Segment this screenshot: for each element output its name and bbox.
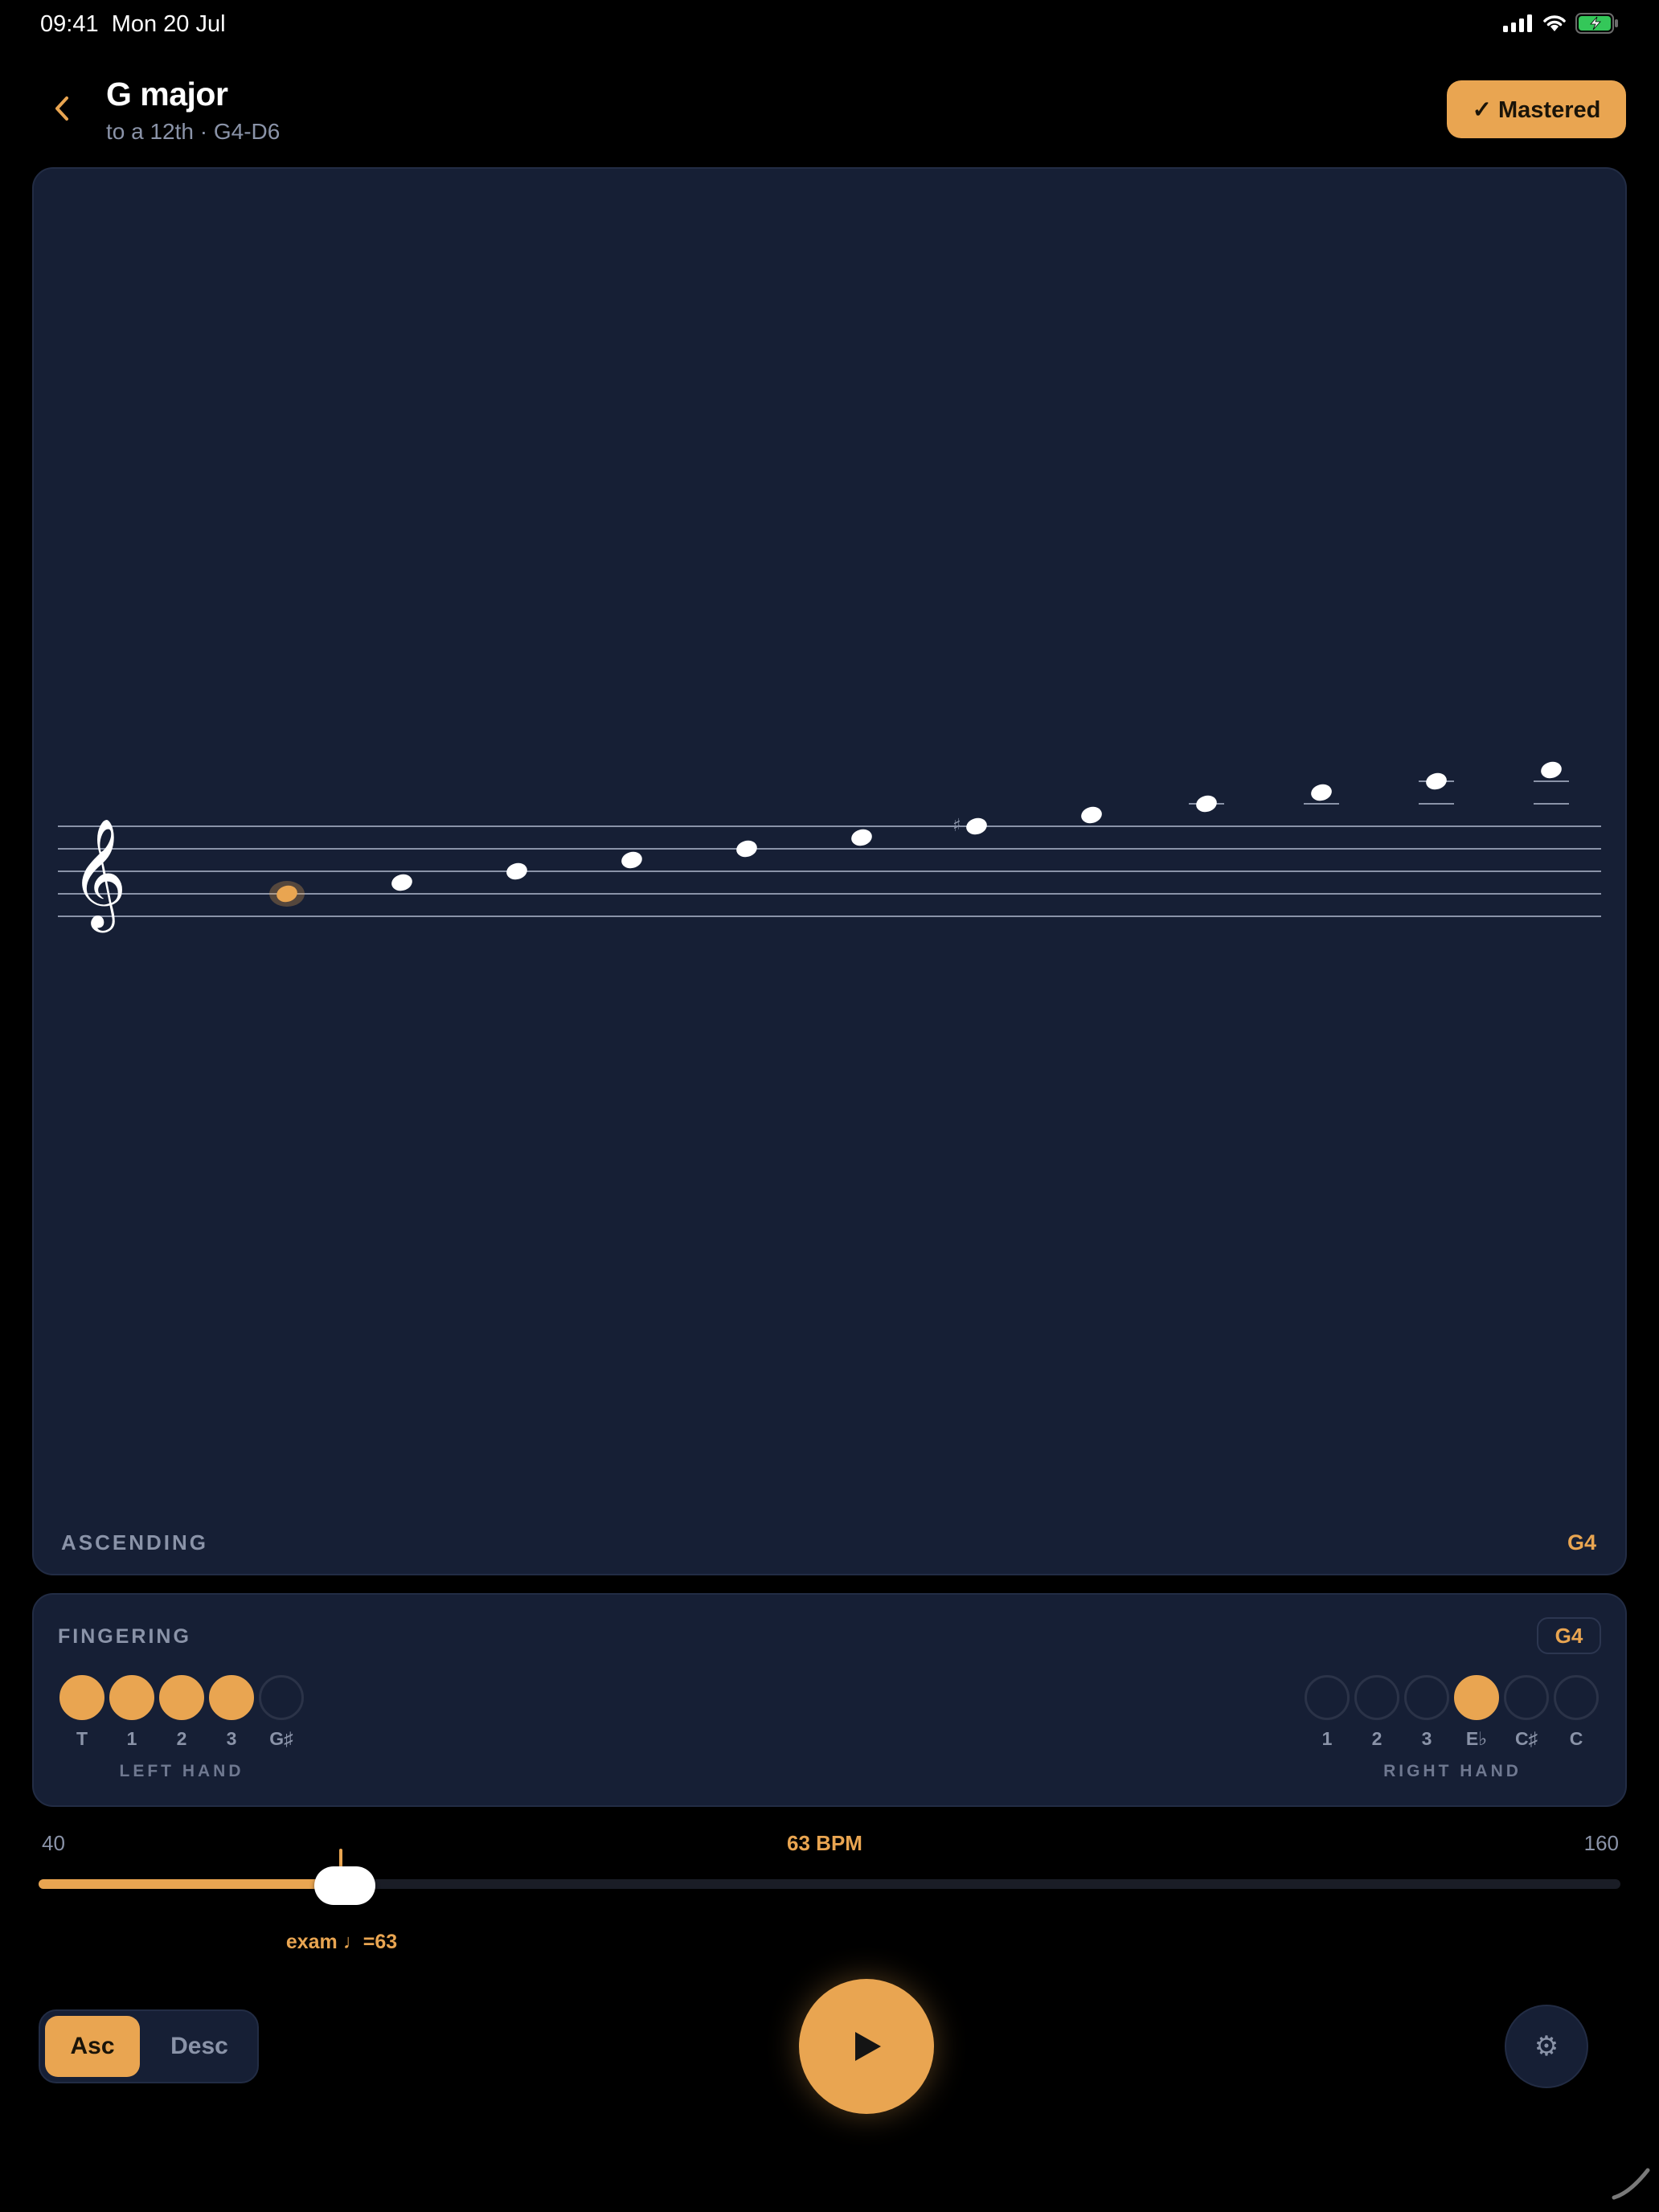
- sharp-accidental: ♯: [952, 816, 961, 836]
- mastered-button[interactable]: ✓ Mastered: [1447, 80, 1626, 138]
- fingering-key: [59, 1675, 104, 1720]
- fingering-key-label: 1: [1321, 1728, 1333, 1749]
- fingering-title: FINGERING: [58, 1625, 191, 1648]
- tempo-value-label: 63 BPM: [787, 1831, 862, 1855]
- fingering-key: [109, 1675, 154, 1720]
- battery-charging-icon: [1575, 13, 1618, 34]
- fingering-key-label: 3: [226, 1728, 237, 1749]
- fingering-key: [1305, 1675, 1350, 1720]
- note-head: [736, 840, 757, 858]
- fingering-key: [1404, 1675, 1449, 1720]
- fingering-note-badge: G4: [1537, 1617, 1601, 1654]
- descending-toggle[interactable]: Desc: [150, 2016, 249, 2077]
- fingering-key-label: C: [1569, 1728, 1583, 1749]
- status-bar-time: 09:41 Mon 20 Jul: [40, 11, 226, 38]
- note-head: [851, 829, 872, 846]
- chevron-left-icon: [55, 96, 68, 121]
- tempo-min-label: 40: [42, 1831, 65, 1855]
- mastered-label: ✓ Mastered: [1472, 96, 1601, 123]
- note-head: [1196, 795, 1217, 813]
- scribble-indicator-icon: [1612, 2168, 1650, 2200]
- fingering-key: [259, 1675, 304, 1720]
- fingering-key: [1504, 1675, 1549, 1720]
- page-title: G major: [106, 76, 228, 113]
- play-button[interactable]: [799, 1979, 934, 2114]
- left-hand-label: LEFT HAND: [119, 1762, 244, 1780]
- note-head: [1426, 772, 1447, 790]
- signal-icon: [1503, 14, 1532, 32]
- exam-tempo-label: exam ♩=63: [285, 1931, 398, 1953]
- back-button[interactable]: [50, 90, 74, 127]
- fingering-key-label: 1: [126, 1728, 137, 1749]
- fingering-key: [1454, 1675, 1499, 1720]
- treble-clef: 𝄞: [71, 817, 127, 932]
- status-time: 09:41: [40, 11, 99, 37]
- tempo-max-label: 160: [1583, 1831, 1619, 1855]
- note-head: [1541, 761, 1562, 779]
- note-head: [966, 817, 987, 835]
- page-subtitle: to a 12th · G4-D6: [106, 119, 281, 144]
- status-date: Mon 20 Jul: [111, 11, 226, 37]
- play-icon: [855, 2032, 881, 2061]
- gear-icon: ⚙: [1534, 2031, 1559, 2062]
- note-head: [506, 862, 527, 880]
- note-head: [391, 874, 412, 891]
- note-head: [1081, 806, 1102, 824]
- fingering-key: [1354, 1675, 1399, 1720]
- fingering-key: [209, 1675, 254, 1720]
- note-head: [1311, 784, 1332, 801]
- fingering-key-label: E♭: [1465, 1728, 1488, 1749]
- ascending-toggle[interactable]: Asc: [45, 2016, 140, 2077]
- status-bar-icons: [1503, 13, 1619, 34]
- wifi-icon: [1543, 15, 1566, 31]
- fingering-key-label: C♯: [1514, 1728, 1538, 1749]
- current-note-label: G4: [1567, 1530, 1596, 1555]
- right-hand-label: RIGHT HAND: [1383, 1762, 1522, 1780]
- tempo-slider-fill: [39, 1879, 337, 1889]
- fingering-key-label: 2: [1371, 1728, 1382, 1749]
- fingering-key-label: 3: [1421, 1728, 1432, 1749]
- note-head: [621, 851, 642, 869]
- settings-button[interactable]: ⚙: [1505, 2005, 1588, 2088]
- fingering-key-label: T: [76, 1728, 88, 1749]
- fingering-key: [159, 1675, 204, 1720]
- music-staff: 𝄞 ♯: [58, 761, 1601, 932]
- fingering-key-label: G♯: [269, 1728, 293, 1749]
- tempo-slider-thumb[interactable]: [313, 1866, 375, 1905]
- fingering-key-label: 2: [176, 1728, 187, 1749]
- fingering-key: [1554, 1675, 1599, 1720]
- direction-label: ASCENDING: [61, 1530, 209, 1555]
